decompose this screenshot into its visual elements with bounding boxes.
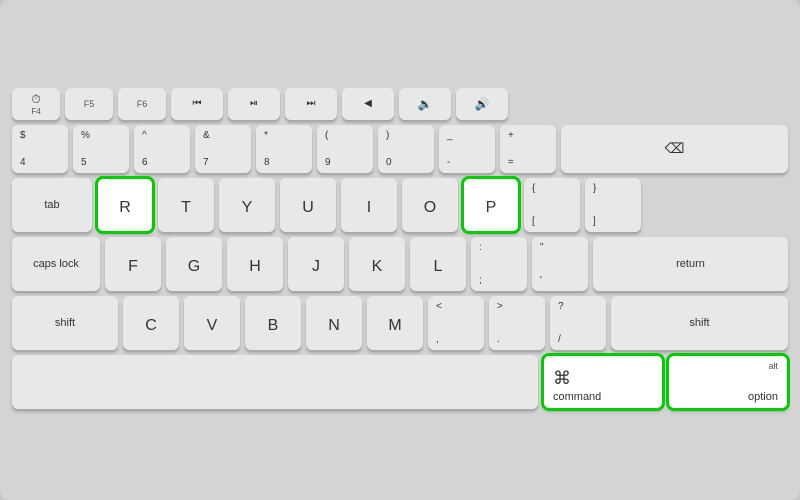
key-7[interactable]: & 7 (195, 125, 251, 173)
zxcv-row: shift C V B N M < , > . ? / shift (12, 296, 788, 350)
key-period[interactable]: > . (489, 296, 545, 350)
key-equals[interactable]: + = (500, 125, 556, 173)
key-bracket-r[interactable]: } ] (585, 178, 641, 232)
key-f7[interactable]: ⏮ (171, 88, 223, 120)
key-u[interactable]: U (280, 178, 336, 232)
key-i[interactable]: I (341, 178, 397, 232)
bottom-row: ⌘ command alt option (12, 355, 788, 409)
key-6[interactable]: ^ 6 (134, 125, 190, 173)
key-4[interactable]: $ 4 (12, 125, 68, 173)
command-symbol-icon: ⌘ (553, 368, 571, 389)
option-alt-label: alt (768, 361, 778, 371)
key-t[interactable]: T (158, 178, 214, 232)
qwerty-row: tab R T Y U I O P { [ } ] (12, 178, 788, 232)
key-n[interactable]: N (306, 296, 362, 350)
key-f12[interactable]: 🔊 (456, 88, 508, 120)
key-g[interactable]: G (166, 237, 222, 291)
key-slash[interactable]: ? / (550, 296, 606, 350)
keyboard: ⏱ F4 F5 F6 ⏮ ⏯ ⏭ ◀ 🔉 🔊 $ 4 (0, 0, 800, 500)
key-f6[interactable]: F6 (118, 88, 166, 120)
key-f[interactable]: F (105, 237, 161, 291)
key-command[interactable]: ⌘ command (543, 355, 663, 409)
key-backspace[interactable]: ⌫ (561, 125, 788, 173)
key-return[interactable]: return (593, 237, 788, 291)
key-option[interactable]: alt option (668, 355, 788, 409)
key-9[interactable]: ( 9 (317, 125, 373, 173)
num-row: $ 4 % 5 ^ 6 & 7 * 8 ( 9 ) 0 _ - (12, 125, 788, 173)
key-f9[interactable]: ⏭ (285, 88, 337, 120)
key-y[interactable]: Y (219, 178, 275, 232)
key-h[interactable]: H (227, 237, 283, 291)
key-semicolon[interactable]: : ; (471, 237, 527, 291)
key-c[interactable]: C (123, 296, 179, 350)
key-f8[interactable]: ⏯ (228, 88, 280, 120)
key-l[interactable]: L (410, 237, 466, 291)
key-f11[interactable]: 🔉 (399, 88, 451, 120)
key-shift-right[interactable]: shift (611, 296, 788, 350)
key-r[interactable]: R (97, 178, 153, 232)
key-shift-left[interactable]: shift (12, 296, 118, 350)
key-quote[interactable]: " ' (532, 237, 588, 291)
fn-row: ⏱ F4 F5 F6 ⏮ ⏯ ⏭ ◀ 🔉 🔊 (12, 88, 788, 120)
key-f4[interactable]: ⏱ F4 (12, 88, 60, 120)
key-k[interactable]: K (349, 237, 405, 291)
key-f5[interactable]: F5 (65, 88, 113, 120)
command-label: command (553, 391, 601, 403)
key-tab[interactable]: tab (12, 178, 92, 232)
key-p[interactable]: P (463, 178, 519, 232)
key-j[interactable]: J (288, 237, 344, 291)
key-f10[interactable]: ◀ (342, 88, 394, 120)
key-b[interactable]: B (245, 296, 301, 350)
key-o[interactable]: O (402, 178, 458, 232)
key-m[interactable]: M (367, 296, 423, 350)
key-8[interactable]: * 8 (256, 125, 312, 173)
key-minus[interactable]: _ - (439, 125, 495, 173)
asdf-row: caps lock F G H J K L : ; " ' return (12, 237, 788, 291)
key-caps-lock[interactable]: caps lock (12, 237, 100, 291)
key-v[interactable]: V (184, 296, 240, 350)
key-0[interactable]: ) 0 (378, 125, 434, 173)
key-space[interactable] (12, 355, 538, 409)
key-5[interactable]: % 5 (73, 125, 129, 173)
key-bracket-l[interactable]: { [ (524, 178, 580, 232)
key-comma[interactable]: < , (428, 296, 484, 350)
option-label: option (748, 391, 778, 403)
